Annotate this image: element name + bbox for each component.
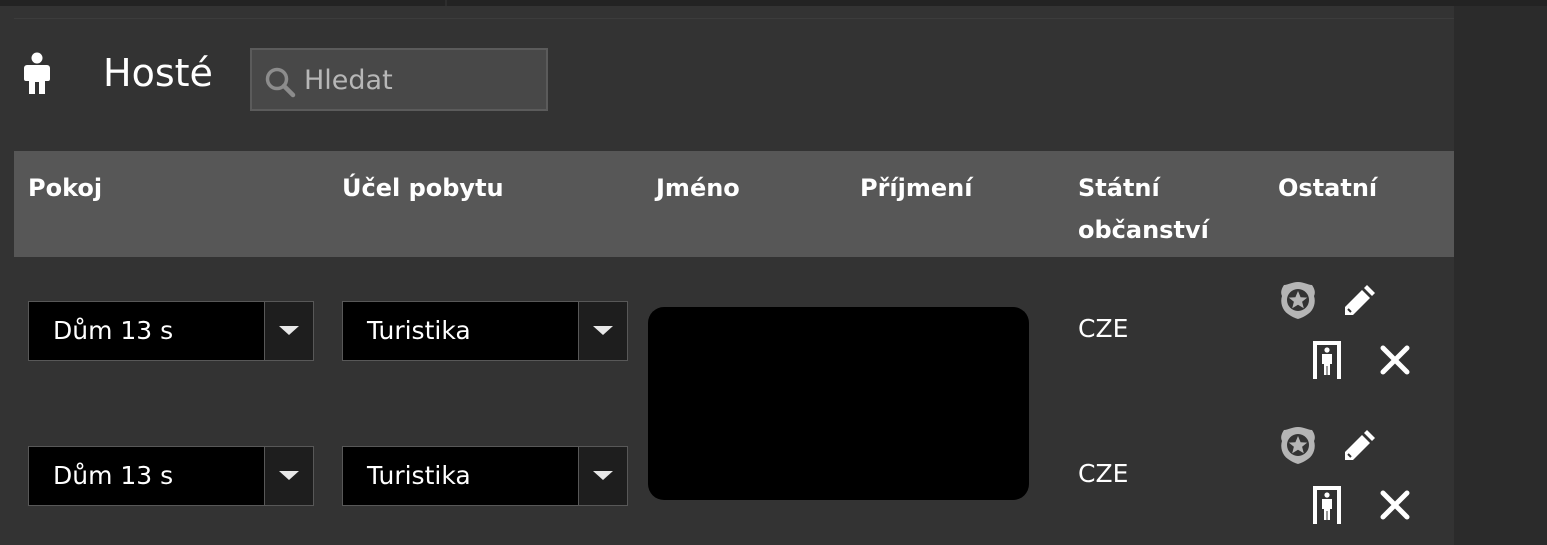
pencil-icon[interactable] [1342,282,1378,322]
nationality-value: CZE [1078,459,1129,488]
column-header-purpose[interactable]: Účel pobytu [342,167,504,209]
close-icon[interactable] [1379,344,1411,380]
room-select[interactable]: Dům 13 s [28,446,314,506]
top-bar [0,0,1547,6]
top-bar-divider [445,0,447,6]
table-header: Pokoj Účel pobytu Jméno Příjmení Státní … [14,151,1454,257]
police-badge-icon[interactable] [1278,280,1318,324]
police-badge-icon[interactable] [1278,425,1318,469]
chevron-down-icon[interactable] [578,302,627,360]
nationality-value: CZE [1078,314,1129,343]
search-icon [264,66,296,102]
column-header-other[interactable]: Ostatní [1278,167,1377,209]
purpose-select[interactable]: Turistika [342,446,628,506]
purpose-select-value: Turistika [367,461,471,490]
search-input[interactable] [304,59,534,101]
door-icon[interactable] [1313,341,1341,383]
right-panel-edge [1454,6,1547,545]
person-icon [22,52,52,98]
search-box[interactable] [250,48,548,111]
purpose-select[interactable]: Turistika [342,301,628,361]
chevron-down-icon[interactable] [264,302,313,360]
purpose-select-value: Turistika [367,316,471,345]
door-icon[interactable] [1313,486,1341,528]
chevron-down-icon[interactable] [264,447,313,505]
close-icon[interactable] [1379,489,1411,525]
column-header-last-name[interactable]: Příjmení [860,167,972,209]
chevron-down-icon[interactable] [578,447,627,505]
column-header-first-name[interactable]: Jméno [656,167,740,209]
pencil-icon[interactable] [1342,427,1378,467]
column-header-nationality[interactable]: Státní občanství [1078,167,1209,251]
page-title: Hosté [103,51,213,95]
room-select[interactable]: Dům 13 s [28,301,314,361]
redacted-names [648,307,1029,500]
column-header-room[interactable]: Pokoj [28,167,102,209]
top-divider [14,18,1454,19]
room-select-value: Dům 13 s [53,461,174,490]
room-select-value: Dům 13 s [53,316,174,345]
